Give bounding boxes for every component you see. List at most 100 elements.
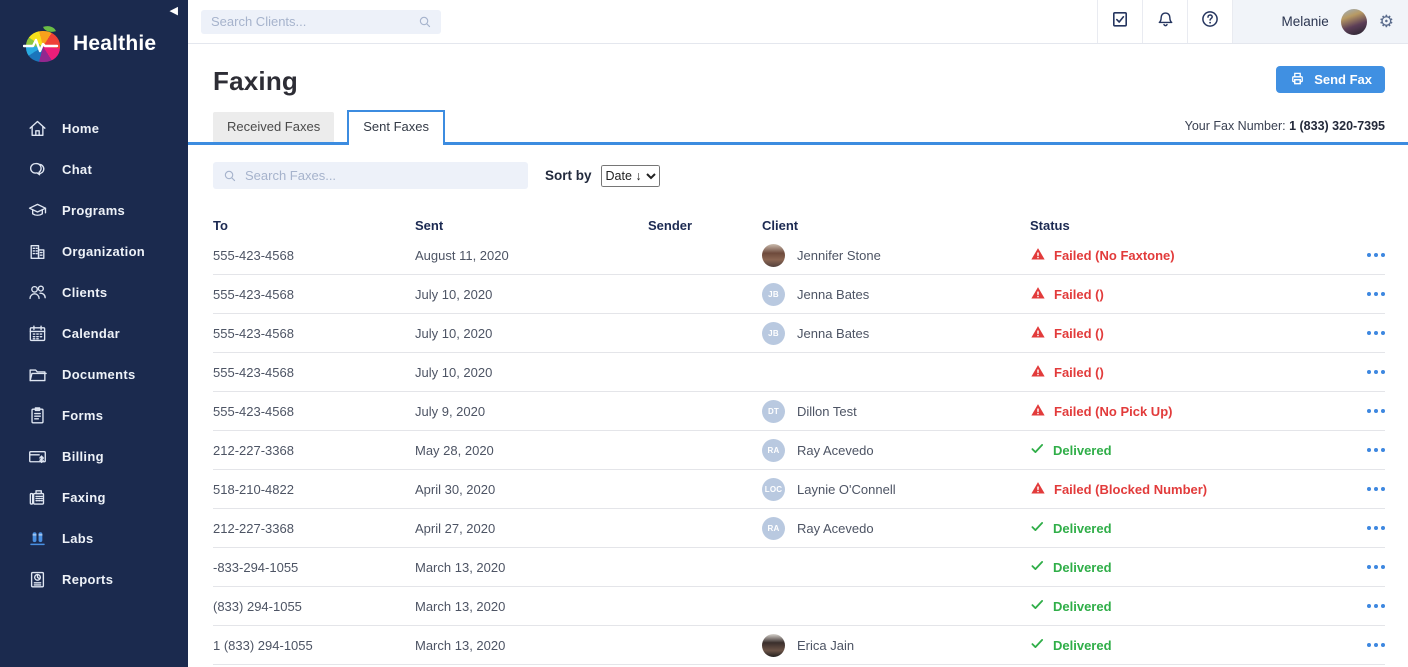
row-actions-button[interactable]: [1349, 520, 1385, 537]
tasks-button[interactable]: [1097, 0, 1142, 43]
row-actions-button[interactable]: [1349, 364, 1385, 381]
question-circle-icon: [1200, 9, 1220, 34]
sidebar-collapse-icon[interactable]: ◀: [170, 4, 178, 17]
sidebar-item-billing[interactable]: Billing: [0, 436, 188, 477]
row-actions-button[interactable]: [1349, 286, 1385, 303]
table-row[interactable]: 555-423-4568 July 10, 2020 JB Jenna Bate…: [213, 275, 1385, 314]
row-actions-button[interactable]: [1349, 559, 1385, 576]
sidebar-item-calendar[interactable]: Calendar: [0, 313, 188, 354]
table-row[interactable]: (833) 294-1055 March 13, 2020 Delivered: [213, 587, 1385, 626]
labs-icon: [27, 528, 48, 549]
faxing-page: Faxing Send Fax Received Faxes Sent Faxes…: [188, 44, 1408, 667]
cell-client: LOC Laynie O'Connell: [762, 477, 1030, 501]
healthie-apple-icon: [23, 23, 64, 64]
table-row[interactable]: 212-227-3368 May 28, 2020 RA Ray Acevedo…: [213, 431, 1385, 470]
cell-sent: August 11, 2020: [415, 247, 509, 263]
sidebar-item-label: Faxing: [62, 490, 106, 505]
column-header-sender: Sender: [648, 218, 693, 233]
chat-icon: [27, 159, 48, 180]
row-actions-button[interactable]: [1349, 481, 1385, 498]
client-name: Jennifer Stone: [797, 247, 881, 263]
search-clients-input[interactable]: [201, 9, 441, 34]
cell-client: JB Jenna Bates: [762, 282, 1030, 306]
sidebar-item-home[interactable]: Home: [0, 108, 188, 149]
check-icon: [1030, 597, 1045, 615]
table-row[interactable]: -833-294-1055 March 13, 2020 Delivered: [213, 548, 1385, 587]
sidebar-item-documents[interactable]: Documents: [0, 354, 188, 395]
cell-to: 1 (833) 294-1055: [213, 637, 313, 653]
cell-to: 212-227-3368: [213, 520, 294, 536]
sidebar: ◀ Healthie Home Chat Programs Organizati…: [0, 0, 188, 667]
sidebar-item-organization[interactable]: Organization: [0, 231, 188, 272]
row-actions-button[interactable]: [1349, 247, 1385, 264]
sidebar-item-programs[interactable]: Programs: [0, 190, 188, 231]
table-row[interactable]: 518-210-4822 April 30, 2020 LOC Laynie O…: [213, 470, 1385, 509]
status-badge: Failed (): [1030, 285, 1349, 304]
sort-dropdown[interactable]: Date ↓: [600, 164, 660, 187]
client-avatar: DT: [762, 399, 785, 423]
table-row[interactable]: 555-423-4568 July 10, 2020 JB Jenna Bate…: [213, 314, 1385, 353]
sidebar-nav: Home Chat Programs Organization Clients …: [0, 108, 188, 600]
tasks-clipboard-check-icon: [1110, 9, 1130, 34]
table-row[interactable]: 555-423-4568 July 9, 2020 DT Dillon Test…: [213, 392, 1385, 431]
search-icon: [417, 14, 433, 35]
sidebar-item-label: Documents: [62, 367, 136, 382]
fax-printer-icon: [1289, 70, 1306, 90]
cell-to: 555-423-4568: [213, 247, 294, 263]
cell-sent: April 27, 2020: [415, 520, 496, 536]
client-avatar: RA: [762, 516, 785, 540]
send-fax-button[interactable]: Send Fax: [1276, 66, 1385, 93]
sidebar-item-chat[interactable]: Chat: [0, 149, 188, 190]
row-actions-button[interactable]: [1349, 325, 1385, 342]
table-row[interactable]: 555-423-4568 July 10, 2020 Failed (): [213, 353, 1385, 392]
check-icon: [1030, 636, 1045, 654]
check-icon: [1030, 519, 1045, 537]
user-menu[interactable]: Melanie ⚙: [1232, 0, 1408, 43]
row-actions-button[interactable]: [1349, 598, 1385, 615]
sidebar-item-forms[interactable]: Forms: [0, 395, 188, 436]
warning-triangle-icon: [1030, 363, 1046, 382]
sidebar-item-labs[interactable]: Labs: [0, 518, 188, 559]
status-badge: Delivered: [1030, 597, 1349, 615]
sent-faxes-table: To Sent Sender Client Status 555-423-4568 Au…: [213, 215, 1385, 665]
sidebar-item-faxing[interactable]: Faxing: [0, 477, 188, 518]
row-actions-button[interactable]: [1349, 442, 1385, 459]
warning-triangle-icon: [1030, 480, 1046, 499]
column-header-status: Status: [1030, 218, 1070, 233]
clients-icon: [27, 282, 48, 303]
notifications-button[interactable]: [1142, 0, 1187, 43]
user-avatar[interactable]: [1340, 8, 1367, 35]
table-row[interactable]: 555-423-4568 August 11, 2020 Jennifer St…: [213, 236, 1385, 275]
search-faxes-input[interactable]: [213, 162, 528, 189]
row-actions-button[interactable]: [1349, 403, 1385, 420]
cell-client: Erica Jain: [762, 633, 1030, 657]
programs-icon: [27, 200, 48, 221]
tab-received-faxes[interactable]: Received Faxes: [213, 112, 335, 142]
tab-sent-faxes[interactable]: Sent Faxes: [347, 110, 445, 145]
row-actions-button[interactable]: [1349, 637, 1385, 654]
sidebar-item-reports[interactable]: Reports: [0, 559, 188, 600]
forms-icon: [27, 405, 48, 426]
fax-tabs: Received Faxes Sent Faxes: [213, 110, 445, 145]
healthie-logo[interactable]: Healthie: [0, 0, 188, 64]
column-header-client: Client: [762, 218, 799, 233]
sidebar-item-label: Billing: [62, 449, 104, 464]
client-avatar: JB: [762, 321, 785, 345]
cell-client: Jennifer Stone: [762, 243, 1030, 267]
client-name: Ray Acevedo: [797, 520, 874, 536]
table-row[interactable]: 212-227-3368 April 27, 2020 RA Ray Aceve…: [213, 509, 1385, 548]
status-badge: Delivered: [1030, 636, 1349, 654]
sidebar-item-clients[interactable]: Clients: [0, 272, 188, 313]
gear-icon[interactable]: ⚙: [1379, 13, 1394, 30]
help-button[interactable]: [1187, 0, 1232, 43]
fax-number-value: 1 (833) 320-7395: [1289, 119, 1385, 133]
sidebar-item-label: Labs: [62, 531, 94, 546]
table-row[interactable]: 1 (833) 294-1055 March 13, 2020 Erica Ja…: [213, 626, 1385, 665]
billing-icon: [27, 446, 48, 467]
cell-sent: July 9, 2020: [415, 403, 486, 419]
warning-triangle-icon: [1030, 402, 1046, 421]
cell-to: 212-227-3368: [213, 442, 294, 458]
topbar: Melanie ⚙: [188, 0, 1408, 44]
sidebar-item-label: Organization: [62, 244, 146, 259]
check-icon: [1030, 441, 1045, 459]
